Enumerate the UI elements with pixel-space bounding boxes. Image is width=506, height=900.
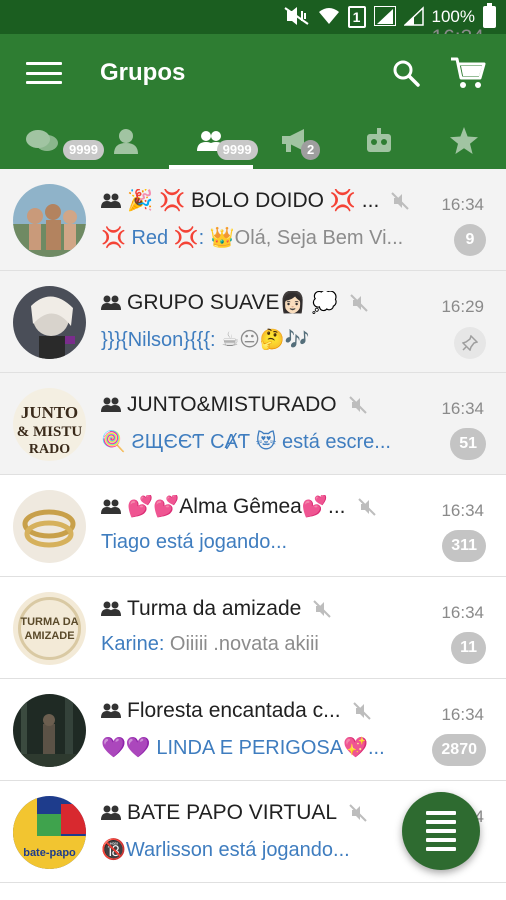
avatar (13, 694, 86, 767)
person-icon (114, 128, 139, 154)
chat-bubbles-icon (26, 129, 59, 151)
avatar: JUNTO & MISTU RADO (13, 388, 86, 461)
tab-bar: 9999 9999 2 (0, 112, 506, 169)
muted-icon (391, 192, 410, 210)
tab-favorites[interactable] (422, 112, 506, 169)
hamburger-menu-icon[interactable] (26, 62, 62, 84)
group-icon (101, 499, 121, 514)
star-icon (449, 127, 478, 154)
message-preview: 🍭 ƧЩЄЄƬ CȺƬ 😻 está escre... (101, 429, 423, 454)
tab-groups[interactable]: 9999 (168, 112, 258, 169)
svg-text:& MISTU: & MISTU (17, 424, 83, 440)
group-icon (101, 805, 121, 820)
status-bar: 1 100% 16:34 (0, 0, 506, 49)
timestamp: 16:34 (441, 195, 484, 214)
robot-icon (367, 127, 392, 152)
muted-icon (348, 396, 367, 414)
svg-text:JUNTO: JUNTO (21, 403, 78, 422)
unread-count-badge: 51 (450, 428, 486, 460)
list-item[interactable]: 🎉 💢 BOLO DOIDO 💢 ... 16:34 💢 Red 💢: 👑Olá… (0, 169, 506, 271)
svg-text:bate-papo: bate-papo (23, 847, 76, 859)
message-text: Tiago está jogando... (101, 531, 288, 553)
muted-icon (313, 600, 332, 618)
list-item[interactable]: GRUPO SUAVE👩🏻 💭 16:29 }}}{Nilson}{{{: ☕😐… (0, 271, 506, 373)
group-name: 💕💕Alma Gêmea💕... (127, 495, 346, 518)
sender-name: Karine: (101, 633, 165, 655)
unread-count-badge: 311 (442, 530, 486, 562)
svg-text:RADO: RADO (29, 442, 70, 457)
message-text: 🍭 ƧЩЄЄƬ CȺƬ 😻 está escre... (101, 431, 391, 453)
avatar: TURMA DA AMIZADE (13, 592, 86, 665)
list-item[interactable]: 💕💕Alma Gêmea💕... 16:34 Tiago está jogand… (0, 475, 506, 577)
group-name: Turma da amizade (127, 597, 302, 620)
group-name: JUNTO&MISTURADO (127, 393, 337, 416)
group-name: BATE PAPO VIRTUAL (127, 801, 338, 824)
search-icon[interactable] (386, 53, 426, 93)
message-text: 💜💜 LINDA E PERIGOSA💖... (101, 737, 385, 759)
message-preview: 💢 Red 💢: 👑Olá, Seja Bem Vi... (101, 225, 423, 250)
timestamp: 16:34 (441, 501, 484, 520)
message-text: 🔞Warlisson está jogando... (101, 839, 350, 861)
tab-badge: 9999 (216, 140, 258, 160)
sender-name: }}}{Nilson}{{{: (101, 329, 216, 351)
group-icon (101, 601, 121, 616)
message-preview: 🔞Warlisson está jogando... (101, 837, 423, 862)
app-bar: Grupos (0, 34, 506, 112)
timestamp: 16:34 (441, 705, 484, 724)
sender-name: 💢 Red 💢: (101, 227, 205, 249)
battery-percentage: 100% (431, 7, 475, 26)
shopping-cart-icon[interactable] (446, 51, 490, 95)
group-name: 🎉 💢 BOLO DOIDO 💢 ... (127, 189, 380, 212)
group-icon (101, 703, 121, 718)
message-preview: Tiago está jogando... (101, 531, 423, 554)
svg-text:AMIZADE: AMIZADE (24, 630, 74, 642)
sim-icon: 1 (347, 6, 366, 28)
group-name: GRUPO SUAVE👩🏻 💭 (127, 291, 338, 314)
tab-chats[interactable]: 9999 (0, 112, 104, 169)
signal-bars-icon (402, 5, 424, 29)
avatar (13, 490, 86, 563)
group-icon (101, 397, 121, 412)
message-text: 👑Olá, Seja Bem Vi... (204, 227, 404, 249)
message-text: ☕😐🤔🎶 (215, 329, 310, 351)
list-item[interactable]: TURMA DA AMIZADE Turma da amizade 16:34 K… (0, 577, 506, 679)
tab-contacts[interactable] (84, 112, 168, 169)
group-icon (101, 295, 121, 310)
message-preview: Karine: Oiiiii .novata akiii (101, 633, 423, 656)
tab-bots[interactable] (337, 112, 421, 169)
unread-count-badge: 11 (451, 632, 486, 664)
svg-text:TURMA DA: TURMA DA (20, 616, 78, 628)
muted-icon (357, 498, 376, 516)
timestamp: 16:34 (441, 603, 484, 622)
unread-count-badge: 9 (454, 224, 486, 256)
mute-vibrate-icon (283, 6, 310, 28)
message-text: Oiiiii .novata akiii (164, 633, 319, 655)
avatar (13, 286, 86, 359)
wifi-icon (318, 7, 340, 28)
avatar: bate-papo (13, 796, 86, 869)
list-icon[interactable] (402, 792, 480, 870)
timestamp: 16:34 (441, 399, 484, 418)
group-name: Floresta encantada c... (127, 699, 341, 722)
group-list: 🎉 💢 BOLO DOIDO 💢 ... 16:34 💢 Red 💢: 👑Olá… (0, 169, 506, 883)
list-item[interactable]: Floresta encantada c... 16:34 💜💜 LINDA E… (0, 679, 506, 781)
message-preview: }}}{Nilson}{{{: ☕😐🤔🎶 (101, 327, 423, 352)
muted-icon (352, 702, 371, 720)
tab-broadcast[interactable]: 2 (253, 112, 337, 169)
list-item[interactable]: JUNTO & MISTU RADO JUNTO&MISTURADO 16:34 🍭… (0, 373, 506, 475)
tab-badge: 2 (300, 140, 321, 160)
message-preview: 💜💜 LINDA E PERIGOSA💖... (101, 735, 423, 760)
avatar (13, 184, 86, 257)
group-icon (101, 193, 121, 208)
pin-icon (454, 327, 486, 359)
signal-strength-icon (373, 5, 396, 29)
page-title: Grupos (100, 59, 186, 86)
battery-icon (483, 3, 496, 28)
muted-icon (349, 294, 368, 312)
muted-icon (349, 804, 367, 822)
unread-count-badge: 2870 (432, 734, 486, 766)
timestamp: 16:29 (441, 297, 484, 316)
